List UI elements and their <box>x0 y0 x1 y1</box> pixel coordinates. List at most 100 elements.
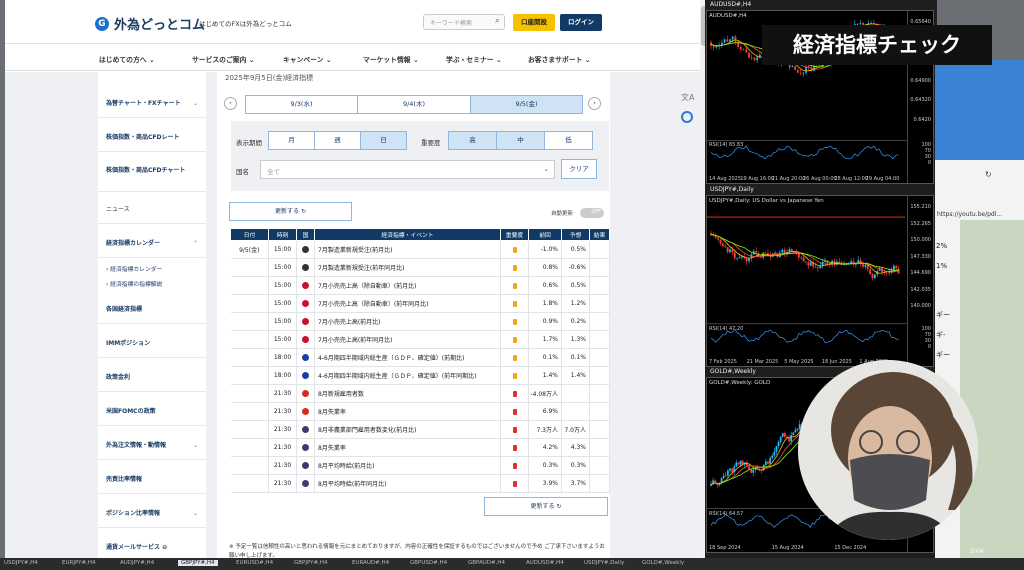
tab-day-0904[interactable]: 9/4(木) <box>357 95 471 114</box>
country-select[interactable]: 全て ⌄ <box>260 160 555 179</box>
importance-cell <box>500 258 529 277</box>
auto-update-toggle[interactable]: OFF <box>580 208 604 218</box>
importance-high-icon <box>512 480 517 487</box>
sidebar-item-cfd-chart[interactable]: 株価指数・商品CFDチャート <box>98 158 206 192</box>
candle <box>892 265 895 271</box>
next-day-button[interactable]: › <box>588 97 601 110</box>
sidebar-item-position-ratio[interactable]: ポジション比率情報 ⌄ <box>98 500 206 528</box>
candle <box>726 247 729 253</box>
table-row[interactable]: 21:30 8月平均時給(前月比) 0.3% 0.3% <box>230 456 610 475</box>
sidebar-item-country-indicators[interactable]: 各国経済指標 <box>98 296 206 324</box>
table-row[interactable]: 15:00 7月小売売上高（除自動車）(前月比) 0.6% 0.5% <box>230 276 610 295</box>
update-button-top[interactable]: 更新する ↻ <box>229 202 352 221</box>
taskbar-chart-tab[interactable]: EURAUD#,H4 <box>352 560 389 566</box>
update-button-bottom[interactable]: 更新する ↻ <box>484 497 608 516</box>
price-label: 0.6420 <box>913 116 932 123</box>
candle <box>871 273 874 279</box>
table-row[interactable]: 18:00 4-6月期四半期域内総生産（ＧＤＰ、確定値）(前年同期比) 1.4% 1.… <box>230 366 610 385</box>
logo-mark-icon: G <box>95 16 109 31</box>
table-row[interactable]: 15:00 7月小売売上高(前年同月比) 1.7% 1.3% <box>230 330 610 349</box>
rsi-label: RSI(14) 47.20 <box>709 325 744 332</box>
candle <box>773 451 776 456</box>
translate-icon[interactable]: 文A <box>681 92 695 103</box>
sidebar-item-trade-ratio[interactable]: 売買比率情報 <box>98 466 206 494</box>
table-row[interactable]: 15:00 7月小売売上高（除自動車）(前年同月比) 1.8% 1.2% <box>230 294 610 313</box>
extension-icon[interactable] <box>681 111 693 123</box>
taskbar-chart-tab[interactable]: EURJPY#,H4 <box>62 560 96 566</box>
table-row[interactable]: 15:00 7月小売売上高(前月比) 0.9% 0.2% <box>230 312 610 331</box>
refresh-icon[interactable]: ↻ <box>985 170 992 179</box>
price-chart[interactable]: USDJPY#,Daily: US Dollar vs Japanese Yen… <box>706 195 934 367</box>
open-account-button[interactable]: 口座開設 <box>513 14 555 31</box>
importance-low[interactable]: 低 <box>544 131 593 150</box>
table-row[interactable]: 21:30 8月非農業部門雇用者数変化(前月比) 7.3万人 7.0万人 <box>230 420 610 439</box>
importance-high[interactable]: 高 <box>448 131 497 150</box>
table-row[interactable]: 21:30 8月新規雇用者数 -4.08万人 <box>230 384 610 403</box>
search-icon[interactable]: ⌕ <box>495 16 500 26</box>
flag-us-icon <box>302 444 309 451</box>
time-axis-label: 15 Aug 2024 <box>771 545 804 551</box>
period-day[interactable]: 日 <box>360 131 407 150</box>
taskbar-chart-tab[interactable]: GBPUSD#,H4 <box>410 560 447 566</box>
table-row[interactable]: 21:30 8月平均時給(前年同月比) 3.9% 3.7% <box>230 474 610 493</box>
site-logo[interactable]: G 外為どっとコム <box>95 14 205 33</box>
candle <box>792 432 795 436</box>
url-text[interactable]: https://youtu.be/pdl... <box>937 211 1002 218</box>
taskbar-chart-tab[interactable]: GBPJPY#,H4 <box>178 560 218 566</box>
table-row[interactable]: 18:00 4-6月期四半期域内総生産（ＧＤＰ、確定値）(前期比) 0.1% 0.1% <box>230 348 610 367</box>
nav-item-beginners[interactable]: はじめての方へ ⌄ <box>99 54 155 64</box>
chart-window-title[interactable]: GOLD#,Weekly <box>710 368 756 375</box>
tab-day-0903[interactable]: 9/3(水) <box>245 95 358 114</box>
country-flag-cell <box>296 456 315 475</box>
clear-button[interactable]: クリア <box>561 159 597 179</box>
candle <box>814 266 817 268</box>
taskbar-chart-tab[interactable]: USDJPY#,Daily <box>584 560 624 566</box>
logo-text: 外為どっとコム <box>114 18 206 33</box>
sidebar-item-imm[interactable]: IMMポジション <box>98 330 206 358</box>
nav-item-learn[interactable]: 学ぶ・セミナー ⌄ <box>446 54 502 64</box>
importance-mid[interactable]: 中 <box>496 131 545 150</box>
taskbar-chart-tab[interactable]: GOLD#,Weekly <box>642 560 684 566</box>
chart-window-title[interactable]: USDJPY#,Daily <box>710 186 754 193</box>
candle <box>796 428 799 430</box>
sidebar-item-fomc[interactable]: 米国FOMCの政策 <box>98 398 206 426</box>
taskbar-chart-tab[interactable]: USDJPY#,H4 <box>4 560 38 566</box>
candle <box>859 23 862 24</box>
table-row[interactable]: 21:30 8月失業率 6.9% <box>230 402 610 421</box>
table-row[interactable]: 15:00 7月製造業新規受注(前年同月比) 0.8% -0.6% <box>230 258 610 277</box>
nav-item-market[interactable]: マーケット情報 ⌄ <box>363 54 419 64</box>
taskbar-chart-tab[interactable]: GBPAUD#,H4 <box>468 560 505 566</box>
chart-window-title[interactable]: AUDUSD#,H4 <box>710 1 751 8</box>
period-month[interactable]: 月 <box>268 131 315 150</box>
sidebar-item-cfd-rate[interactable]: 株価指数・商品CFDレート <box>98 124 206 152</box>
table-row[interactable]: 9/5(金) 15:00 7月製造業新規受注(前月比) -1.0% 0.5% <box>230 240 610 259</box>
previous-cell: 1.8% <box>528 294 562 313</box>
sidebar-subitem-calendar[interactable]: › 経済指標カレンダー <box>106 264 162 273</box>
nav-item-services[interactable]: サービスのご案内 ⌄ <box>192 54 254 64</box>
sidebar-item-mail[interactable]: 通貨メールサービス ⊖ <box>98 534 206 560</box>
sidebar-item-fx-chart[interactable]: 為替チャート・FXチャート ⌄ <box>98 90 206 118</box>
candle <box>869 269 872 274</box>
sidebar-subitem-explain[interactable]: › 経済指標の指標解説 <box>106 279 162 288</box>
period-week[interactable]: 週 <box>314 131 361 150</box>
taskbar-chart-tab[interactable]: EURUSD#,H4 <box>236 560 273 566</box>
candle <box>802 72 805 74</box>
event-cell: 8月平均時給(前月比) <box>314 456 501 475</box>
taskbar-chart-tab[interactable]: AUDJPY#,H4 <box>120 560 154 566</box>
taskbar-chart-tab[interactable]: GBPJPY#,H4 <box>294 560 328 566</box>
taskbar-chart-tab[interactable]: AUDUSD#,H4 <box>526 560 564 566</box>
prev-day-button[interactable]: ‹ <box>224 97 237 110</box>
nav-item-campaign[interactable]: キャンペーン ⌄ <box>283 54 332 64</box>
search-input[interactable]: キーワード検索 ⌕ <box>423 14 505 30</box>
sidebar-item-orders[interactable]: 外為注文情報・動情報 ⌄ <box>98 432 206 460</box>
time-axis-label: 29 Aug 04:00 <box>865 176 900 182</box>
sidebar-item-news[interactable]: ニュース <box>98 196 206 224</box>
tab-day-0905[interactable]: 9/5(金) <box>470 95 583 114</box>
table-row[interactable]: 21:30 8月失業率 4.2% 4.3% <box>230 438 610 457</box>
nav-item-support[interactable]: お客さまサポート ⌄ <box>528 54 590 64</box>
time-cell: 15:00 <box>268 330 297 349</box>
sidebar-item-calendar[interactable]: 経済指標カレンダー ⌃ <box>98 230 206 258</box>
sidebar-item-policy-rate[interactable]: 政策金利 <box>98 364 206 392</box>
candle <box>733 252 736 259</box>
login-button[interactable]: ログイン <box>560 14 602 31</box>
